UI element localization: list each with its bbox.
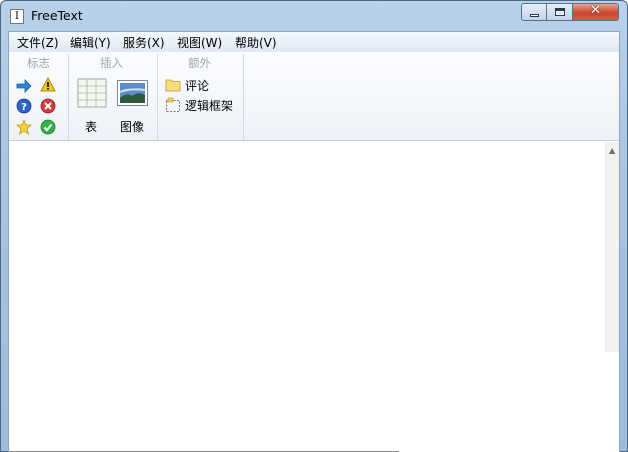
title-bar[interactable]: I FreeText ✕ <box>1 1 627 32</box>
maximize-icon <box>555 8 565 16</box>
menu-services[interactable]: 服务(X) <box>123 34 165 51</box>
menu-file[interactable]: 文件(Z) <box>17 34 59 51</box>
insert-table-label[interactable]: 表 <box>85 118 97 135</box>
ok-icon[interactable] <box>40 119 56 135</box>
image-icon[interactable] <box>117 80 148 106</box>
menu-view[interactable]: 视图(W) <box>177 34 222 51</box>
minimize-button[interactable] <box>521 3 547 21</box>
extra-group-title: 额外 <box>188 56 211 70</box>
menu-bar: 文件(Z) 编辑(Y) 服务(X) 视图(W) 帮助(V) <box>9 32 619 52</box>
ribbon-toolbar: 标志 ? 插入 表 图像 额外 评论 逻辑框架 <box>9 52 619 141</box>
comment-icon[interactable] <box>165 77 181 93</box>
insert-group-title: 插入 <box>100 56 123 70</box>
help-icon[interactable]: ? <box>16 98 32 114</box>
text-editor-area[interactable]: ▲ <box>9 142 619 452</box>
logic-frame-icon[interactable] <box>165 97 181 113</box>
window-title: FreeText <box>31 8 83 23</box>
error-icon[interactable] <box>40 98 56 114</box>
group-separator <box>243 54 244 140</box>
warning-icon[interactable] <box>40 77 56 93</box>
flags-group-title: 标志 <box>27 56 50 70</box>
arrow-right-icon[interactable] <box>16 78 32 94</box>
close-button[interactable]: ✕ <box>573 3 619 21</box>
menu-help[interactable]: 帮助(V) <box>235 34 277 51</box>
client-area: 文件(Z) 编辑(Y) 服务(X) 视图(W) 帮助(V) 标志 ? 插入 表 … <box>8 31 620 452</box>
insert-image-label[interactable]: 图像 <box>120 118 144 135</box>
logic-frame-label[interactable]: 逻辑框架 <box>185 97 233 114</box>
table-icon[interactable] <box>77 78 107 108</box>
scroll-up-icon[interactable]: ▲ <box>609 146 615 155</box>
close-icon: ✕ <box>590 3 601 18</box>
menu-edit[interactable]: 编辑(Y) <box>70 34 111 51</box>
comment-label[interactable]: 评论 <box>185 77 209 94</box>
minimize-icon <box>530 14 539 17</box>
group-separator <box>157 54 158 140</box>
group-separator <box>68 54 69 140</box>
maximize-button[interactable] <box>547 3 573 21</box>
vertical-scrollbar[interactable]: ▲ <box>605 142 619 352</box>
app-icon: I <box>10 9 24 24</box>
app-window: I FreeText ✕ 文件(Z) 编辑(Y) 服务(X) 视图(W) 帮助(… <box>0 0 628 452</box>
svg-text:?: ? <box>21 102 27 113</box>
star-icon[interactable] <box>16 119 32 135</box>
